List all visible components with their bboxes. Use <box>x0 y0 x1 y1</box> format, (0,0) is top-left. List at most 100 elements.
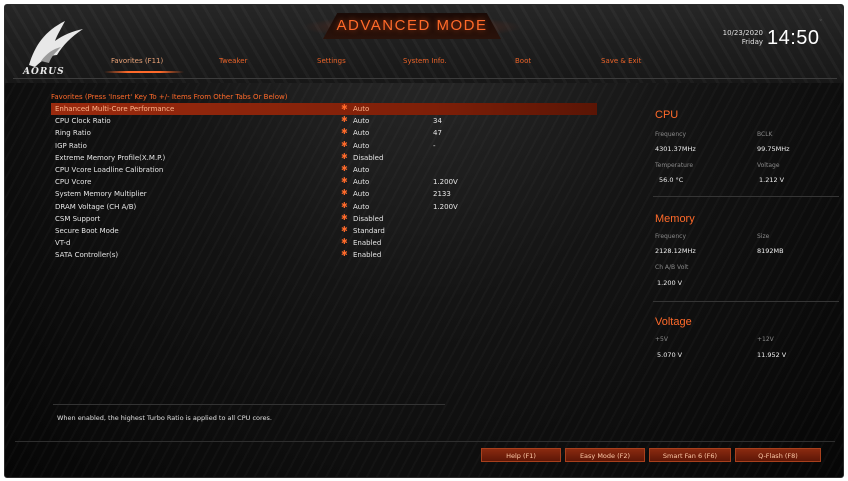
setting-current-value: 47 <box>433 129 442 138</box>
voltage-section-title: Voltage <box>655 316 692 328</box>
header-divider <box>13 78 837 79</box>
favorite-star-icon: ✱ <box>341 127 348 137</box>
cpu-section-title: CPU <box>655 109 679 121</box>
tab-tweaker[interactable]: Tweaker <box>219 57 247 65</box>
setting-value[interactable]: Auto <box>353 176 369 188</box>
setting-label: CPU Clock Ratio <box>55 117 111 126</box>
cpu-voltage-label: Voltage <box>757 162 780 169</box>
setting-current-value: 1.200V <box>433 202 458 211</box>
date-display: 10/23/2020 Friday <box>719 29 763 47</box>
setting-value[interactable]: Auto <box>353 127 369 139</box>
setting-label: Secure Boot Mode <box>55 226 119 235</box>
setting-row[interactable]: Secure Boot Mode ✱ Standard <box>51 225 597 237</box>
bios-screen: AORUS ADVANCED MODE ◦ 10/23/2020 Friday … <box>4 4 844 478</box>
setting-value[interactable]: Enabled <box>353 237 381 249</box>
setting-row[interactable]: Extreme Memory Profile(X.M.P.) ✱ Disabled <box>51 152 597 164</box>
tab-save-exit[interactable]: Save & Exit <box>601 57 641 65</box>
smart-fan-button[interactable]: Smart Fan 6 (F6) <box>649 448 731 462</box>
setting-value[interactable]: Auto <box>353 188 369 200</box>
favorite-star-icon: ✱ <box>341 200 348 210</box>
setting-label: CPU Vcore Loadline Calibration <box>55 165 164 174</box>
day-text: Friday <box>741 38 763 46</box>
setting-label: Ring Ratio <box>55 129 91 138</box>
setting-value[interactable]: Auto <box>353 103 369 115</box>
setting-label: DRAM Voltage (CH A/B) <box>55 202 137 211</box>
help-divider <box>53 404 445 405</box>
setting-current-value: 1.200V <box>433 178 458 187</box>
memory-volt-value: 1.200 V <box>657 279 683 287</box>
cpu-bclk-value: 99.75MHz <box>757 145 790 153</box>
tab-system-info[interactable]: System Info. <box>403 57 447 65</box>
setting-row[interactable]: CSM Support ✱ Disabled <box>51 213 597 225</box>
tab-settings[interactable]: Settings <box>317 57 346 65</box>
favorite-star-icon: ✱ <box>341 176 348 186</box>
memory-volt-label: Ch A/B Volt <box>655 264 689 271</box>
cpu-frequency-label: Frequency <box>655 131 686 138</box>
clock-time: 14:50 <box>767 27 820 49</box>
setting-value[interactable]: Disabled <box>353 213 383 225</box>
voltage-5v-label: +5V <box>655 336 668 343</box>
setting-row[interactable]: CPU Clock Ratio ✱ Auto 34 <box>51 115 597 127</box>
setting-value[interactable]: Enabled <box>353 249 381 261</box>
mode-title: ADVANCED MODE <box>336 17 488 34</box>
setting-value[interactable]: Auto <box>353 115 369 127</box>
favorite-star-icon: ✱ <box>341 139 348 149</box>
favorite-star-icon: ✱ <box>341 151 348 161</box>
screenshot-icon[interactable]: ◦ <box>819 17 823 24</box>
easy-mode-button[interactable]: Easy Mode (F2) <box>565 448 645 462</box>
setting-label: System Memory Multiplier <box>55 190 147 199</box>
setting-row[interactable]: Enhanced Multi-Core Performance ✱ Auto <box>51 103 597 116</box>
setting-row[interactable]: DRAM Voltage (CH A/B) ✱ Auto 1.200V <box>51 201 597 213</box>
setting-label: Enhanced Multi-Core Performance <box>55 105 175 113</box>
setting-row[interactable]: System Memory Multiplier ✱ Auto 2133 <box>51 188 597 200</box>
main-tabs: Favorites (F11) Tweaker Settings System … <box>95 57 685 71</box>
setting-current-value: 34 <box>433 117 442 126</box>
memory-frequency-label: Frequency <box>655 233 686 240</box>
setting-value[interactable]: Auto <box>353 164 369 176</box>
setting-row[interactable]: Ring Ratio ✱ Auto 47 <box>51 127 597 139</box>
tab-boot[interactable]: Boot <box>515 57 531 65</box>
memory-frequency-value: 2128.12MHz <box>655 247 696 255</box>
favorite-star-icon: ✱ <box>341 249 348 259</box>
setting-current-value: 2133 <box>433 190 451 199</box>
cpu-voltage-value: 1.212 V <box>759 176 785 184</box>
setting-label: CSM Support <box>55 214 101 223</box>
setting-label: VT-d <box>55 239 71 248</box>
tab-favorites[interactable]: Favorites (F11) <box>111 57 163 65</box>
memory-section-divider <box>653 301 839 302</box>
setting-value[interactable]: Standard <box>353 225 385 237</box>
voltage-5v-value: 5.070 V <box>657 351 683 359</box>
setting-row[interactable]: VT-d ✱ Enabled <box>51 237 597 249</box>
cpu-bclk-label: BCLK <box>757 131 773 138</box>
voltage-12v-value: 11.952 V <box>757 351 787 359</box>
setting-value[interactable]: Disabled <box>353 152 383 164</box>
setting-value[interactable]: Auto <box>353 140 369 152</box>
voltage-12v-label: +12V <box>757 336 774 343</box>
setting-row[interactable]: SATA Controller(s) ✱ Enabled <box>51 249 597 261</box>
cpu-frequency-value: 4301.37MHz <box>655 145 696 153</box>
cpu-temperature-value: 56.0 °C <box>659 176 684 184</box>
setting-value[interactable]: Auto <box>353 201 369 213</box>
cpu-section-divider <box>653 196 839 197</box>
favorite-star-icon: ✱ <box>341 237 348 247</box>
settings-list: Enhanced Multi-Core Performance ✱ Auto CPU … <box>51 103 597 261</box>
setting-row[interactable]: CPU Vcore ✱ Auto 1.200V <box>51 176 597 188</box>
setting-label: CPU Vcore <box>55 178 92 187</box>
header-bar: AORUS ADVANCED MODE ◦ 10/23/2020 Friday … <box>5 5 843 83</box>
setting-row[interactable]: IGP Ratio ✱ Auto - <box>51 140 597 152</box>
memory-section-title: Memory <box>655 213 695 225</box>
setting-label: IGP Ratio <box>55 141 87 150</box>
favorite-star-icon: ✱ <box>341 188 348 198</box>
q-flash-button[interactable]: Q-Flash (F8) <box>735 448 821 462</box>
favorites-header: Favorites (Press 'Insert' Key To +/- Ite… <box>51 93 288 101</box>
brand-logo-text: AORUS <box>23 67 65 77</box>
memory-size-value: 8192MB <box>757 247 784 255</box>
date-text: 10/23/2020 <box>722 29 763 37</box>
favorite-star-icon: ✱ <box>341 103 348 112</box>
setting-current-value: - <box>433 141 436 150</box>
cpu-temperature-label: Temperature <box>655 162 694 169</box>
favorite-star-icon: ✱ <box>341 163 348 173</box>
setting-row[interactable]: CPU Vcore Loadline Calibration ✱ Auto <box>51 164 597 176</box>
help-button[interactable]: Help (F1) <box>481 448 561 462</box>
active-tab-indicator <box>104 71 184 73</box>
